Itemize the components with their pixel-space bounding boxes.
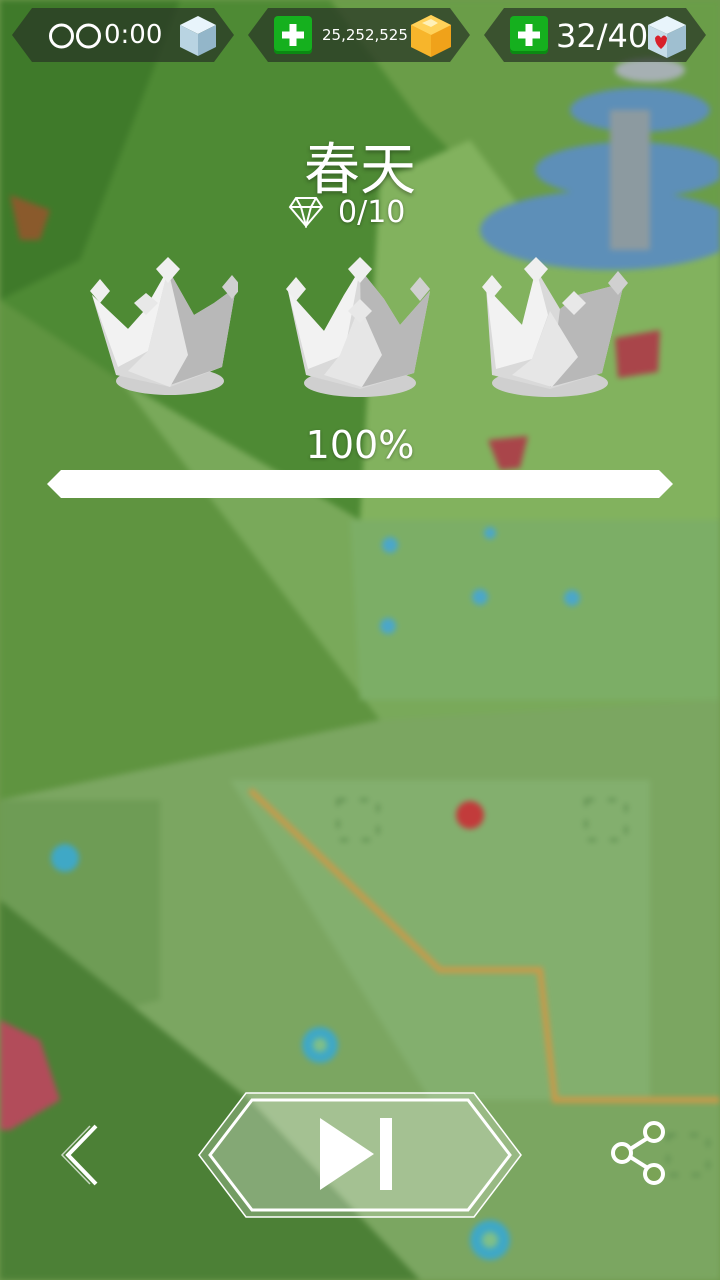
infinity-icon: [48, 23, 102, 49]
lives-value: 32/40: [556, 17, 649, 55]
back-button[interactable]: [56, 1122, 106, 1188]
gold-gem-cube-icon: [408, 13, 454, 59]
lives-pill: 32/40: [484, 8, 706, 62]
diamond-icon: [288, 197, 324, 228]
gem-count: 0/10: [338, 194, 406, 230]
crown-icon: [482, 257, 628, 397]
timer-value: 0:00: [104, 20, 163, 50]
currency-value: 25,252,525: [322, 26, 408, 44]
share-icon: [611, 1121, 665, 1185]
timer-pill: 0:00: [12, 8, 234, 62]
chevron-left-icon: [60, 1124, 98, 1186]
next-level-button[interactable]: [196, 1090, 524, 1220]
gem-counter: 0/10: [288, 192, 405, 232]
progress-bar: [47, 470, 673, 498]
crown-icon: [286, 257, 430, 397]
progress-bar-fill: [47, 470, 673, 498]
heart-cube-icon: [646, 14, 688, 60]
share-button[interactable]: [608, 1118, 672, 1188]
progress-percent: 100%: [305, 423, 415, 467]
add-currency-button[interactable]: [274, 16, 312, 54]
add-lives-button[interactable]: [510, 16, 548, 54]
currency-pill: 25,252,525: [248, 8, 470, 62]
ice-cube-icon: [178, 14, 218, 58]
crown-icon: [90, 257, 238, 395]
